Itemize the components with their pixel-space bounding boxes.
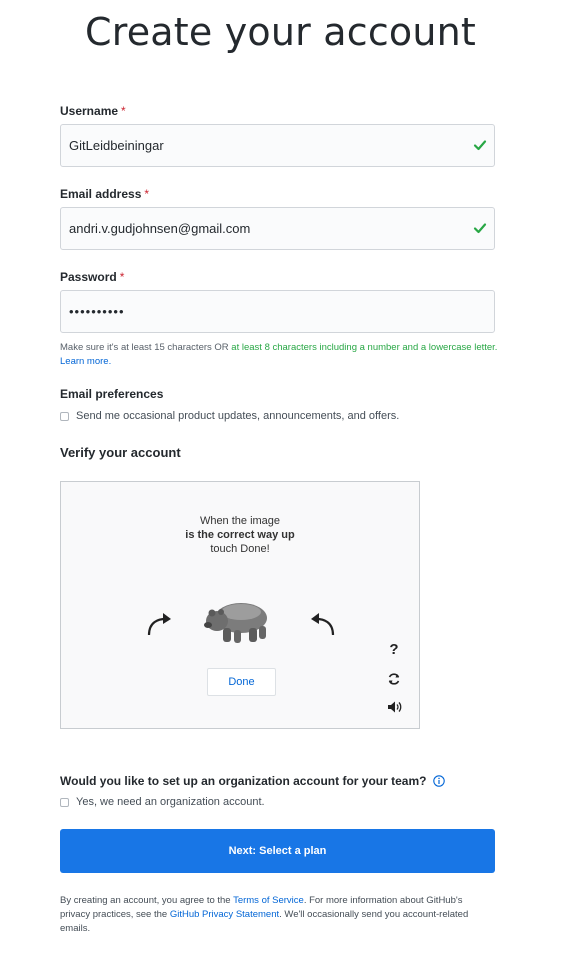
captcha-done-button[interactable]: Done xyxy=(207,668,276,696)
organization-checkbox-label: Yes, we need an organization account. xyxy=(76,796,265,808)
username-label-text: Username xyxy=(60,104,119,118)
info-icon[interactable] xyxy=(433,775,446,787)
page-title: Create your account xyxy=(84,10,477,54)
captcha-line-3: touch Done! xyxy=(210,543,270,555)
audio-icon[interactable] xyxy=(386,699,402,715)
terms-of-service-link[interactable]: Terms of Service xyxy=(233,895,304,906)
refresh-icon[interactable] xyxy=(386,671,402,687)
email-preferences-title: Email preferences xyxy=(60,387,164,401)
check-icon xyxy=(473,140,487,151)
email-label: Email address * xyxy=(60,187,149,201)
password-label-text: Password xyxy=(60,270,117,284)
required-mark: * xyxy=(119,270,125,284)
rotate-right-arrow-icon[interactable] xyxy=(307,608,339,638)
organization-question: Would you like to set up an organization… xyxy=(60,774,446,788)
required-mark: * xyxy=(144,187,150,201)
email-preferences-checkbox-label: Send me occasional product updates, anno… xyxy=(76,410,400,422)
legal-text-1: By creating an account, you agree to the xyxy=(60,895,234,906)
password-hint-text: Make sure it's at least 15 characters OR xyxy=(60,342,232,353)
check-icon xyxy=(473,223,487,234)
email-label-text: Email address xyxy=(60,187,142,201)
privacy-statement-link[interactable]: GitHub Privacy Statement xyxy=(170,909,279,920)
help-icon[interactable]: ? xyxy=(386,642,402,658)
captcha-line-1: When the image xyxy=(199,515,281,527)
email-input[interactable] xyxy=(60,207,495,250)
bear-image xyxy=(204,603,267,643)
captcha-widget: When the image is the correct way up tou… xyxy=(60,481,420,729)
rotate-left-arrow-icon[interactable] xyxy=(143,608,175,638)
legal-text: By creating an account, you agree to the… xyxy=(60,894,480,936)
organization-question-text: Would you like to set up an organization… xyxy=(60,774,427,788)
email-preferences-option[interactable]: Send me occasional product updates, anno… xyxy=(60,410,399,422)
password-hint-requirement: at least 8 characters including a number… xyxy=(231,342,498,353)
password-input[interactable] xyxy=(60,290,495,333)
email-preferences-checkbox[interactable] xyxy=(60,411,69,421)
verify-title: Verify your account xyxy=(60,445,181,460)
username-label: Username * xyxy=(60,104,126,118)
password-label: Password * xyxy=(60,270,124,284)
captcha-instructions: When the image is the correct way up tou… xyxy=(61,514,419,556)
captcha-line-2: is the correct way up xyxy=(185,529,295,541)
organization-checkbox[interactable] xyxy=(60,797,69,807)
next-select-plan-button[interactable]: Next: Select a plan xyxy=(60,829,495,873)
organization-option[interactable]: Yes, we need an organization account. xyxy=(60,796,265,808)
learn-more-link[interactable]: Learn more. xyxy=(60,356,111,367)
username-input[interactable] xyxy=(60,124,495,167)
required-mark: * xyxy=(121,104,126,118)
password-hint: Make sure it's at least 15 characters OR… xyxy=(60,341,500,369)
